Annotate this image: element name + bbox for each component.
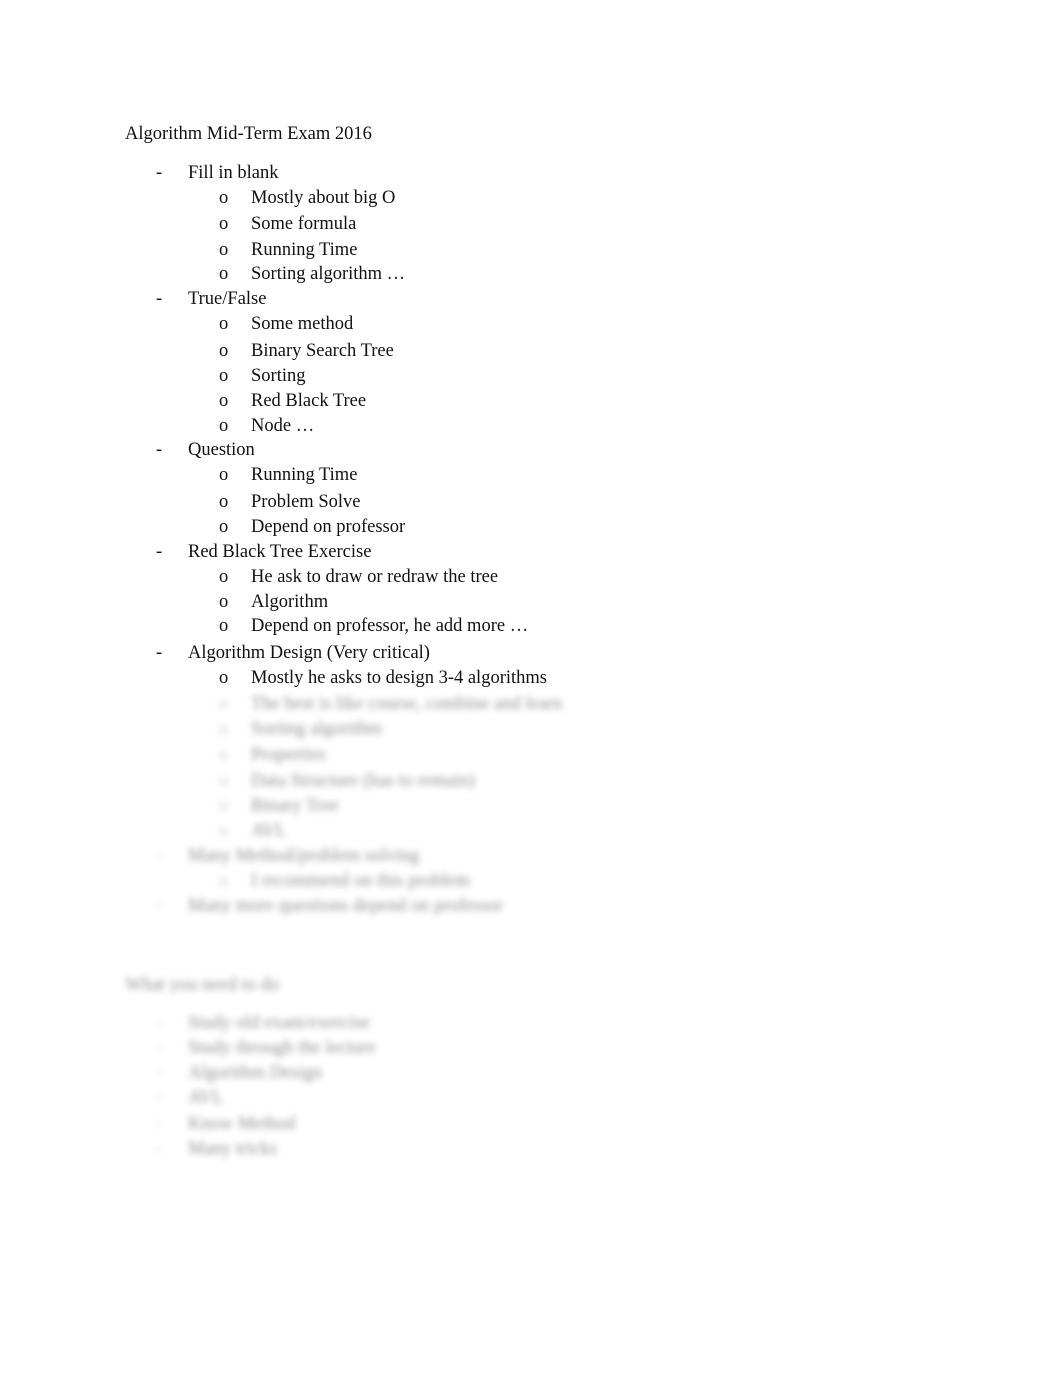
- blurred-text: Study old exam/exercise: [188, 1013, 370, 1033]
- circle-bullet: o: [219, 517, 229, 537]
- blurred-text: Know Method: [188, 1114, 296, 1134]
- dash-bullet: -: [156, 542, 163, 562]
- circle-bullet: o: [219, 366, 229, 386]
- dash-bullet: -: [156, 643, 163, 663]
- blurred-text: Many tricks: [188, 1139, 277, 1159]
- dash-bullet: -: [156, 1114, 163, 1134]
- circle-bullet: o: [219, 796, 229, 816]
- blurred-text: AVL: [251, 821, 287, 841]
- blurred-text: The best is like course, combine and lea…: [251, 694, 563, 714]
- dash-bullet: -: [156, 1063, 163, 1083]
- list-item-text: Some method: [251, 314, 354, 334]
- circle-bullet: o: [219, 341, 229, 361]
- list-item-text: Some formula: [251, 214, 357, 234]
- document-title: Algorithm Mid-Term Exam 2016: [125, 124, 372, 144]
- list-item-text: Running Time: [251, 465, 358, 485]
- dash-bullet: -: [156, 440, 163, 460]
- circle-bullet: o: [219, 492, 229, 512]
- list-item-text: Depend on professor: [251, 517, 406, 537]
- dash-bullet: -: [156, 1013, 163, 1033]
- list-item-text: Node …: [251, 416, 315, 436]
- blurred-text: Many Method/problem solving: [188, 846, 420, 866]
- blurred-text: Sorting algorithm: [251, 719, 383, 739]
- dash-bullet: -: [156, 1038, 163, 1058]
- list-item-text: Running Time: [251, 240, 358, 260]
- list-item-text: Sorting: [251, 366, 306, 386]
- list-item-text: He ask to draw or redraw the tree: [251, 567, 499, 587]
- list-item-text: Algorithm: [251, 592, 329, 612]
- circle-bullet: o: [219, 314, 229, 334]
- blurred-text: Study through the lecture: [188, 1038, 376, 1058]
- list-item-text: Depend on professor, he add more …: [251, 616, 529, 636]
- dash-bullet: -: [156, 163, 163, 183]
- blurred-text: I recommend on this problem: [251, 871, 470, 891]
- section-label: Fill in blank: [188, 163, 279, 183]
- circle-bullet: o: [219, 616, 229, 636]
- dash-bullet: -: [156, 1088, 163, 1108]
- circle-bullet: o: [219, 719, 229, 739]
- section-label: Red Black Tree Exercise: [188, 542, 372, 562]
- blurred-text: Many more questions depend on professor: [188, 896, 503, 916]
- list-item-text: Sorting algorithm …: [251, 264, 406, 284]
- dash-bullet: -: [156, 846, 163, 866]
- circle-bullet: o: [219, 668, 229, 688]
- blurred-text: Properties: [251, 745, 327, 765]
- section-label: True/False: [188, 289, 267, 309]
- blurred-text: What you need to do: [125, 975, 280, 995]
- circle-bullet: o: [219, 821, 229, 841]
- list-item-text: Problem Solve: [251, 492, 361, 512]
- circle-bullet: o: [219, 465, 229, 485]
- list-item-text: Red Black Tree: [251, 391, 367, 411]
- circle-bullet: o: [219, 567, 229, 587]
- circle-bullet: o: [219, 214, 229, 234]
- blurred-text: Binary Tree: [251, 796, 339, 816]
- circle-bullet: o: [219, 745, 229, 765]
- circle-bullet: o: [219, 416, 229, 436]
- blurred-text: Data Structure (has to remain): [251, 771, 475, 791]
- circle-bullet: o: [219, 592, 229, 612]
- document-page: Algorithm Mid-Term Exam 2016 - Fill in b…: [0, 0, 1062, 1377]
- circle-bullet: o: [219, 264, 229, 284]
- dash-bullet: -: [156, 289, 163, 309]
- circle-bullet: o: [219, 871, 229, 891]
- circle-bullet: o: [219, 694, 229, 714]
- circle-bullet: o: [219, 391, 229, 411]
- circle-bullet: o: [219, 188, 229, 208]
- circle-bullet: o: [219, 240, 229, 260]
- circle-bullet: o: [219, 771, 229, 791]
- blurred-text: AVL: [188, 1088, 224, 1108]
- dash-bullet: -: [156, 896, 163, 916]
- list-item-text: Binary Search Tree: [251, 341, 394, 361]
- section-label: Algorithm Design (Very critical): [188, 643, 430, 663]
- dash-bullet: -: [156, 1139, 163, 1159]
- list-item-text: Mostly about big O: [251, 188, 396, 208]
- section-label: Question: [188, 440, 255, 460]
- list-item-text: Mostly he asks to design 3-4 algorithms: [251, 668, 547, 688]
- blurred-text: Algorithm Design: [188, 1063, 323, 1083]
